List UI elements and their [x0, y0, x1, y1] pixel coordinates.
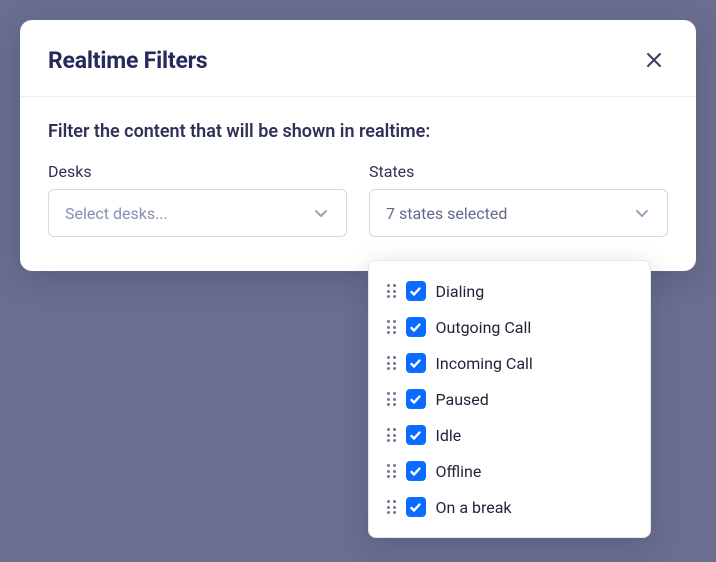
realtime-filters-modal: Realtime Filters Filter the content that…: [20, 20, 696, 271]
filter-states: States 7 states selected: [369, 162, 668, 237]
drag-handle-icon[interactable]: [387, 464, 396, 478]
option-label: Outgoing Call: [436, 318, 532, 337]
drag-handle-icon[interactable]: [387, 356, 396, 370]
check-icon: [409, 393, 422, 406]
check-icon: [409, 501, 422, 514]
checkbox[interactable]: [406, 281, 426, 301]
states-option[interactable]: Dialing: [369, 273, 650, 309]
checkbox[interactable]: [406, 461, 426, 481]
states-option[interactable]: On a break: [369, 489, 650, 525]
modal-header: Realtime Filters: [20, 20, 696, 97]
desks-placeholder: Select desks...: [65, 204, 168, 223]
chevron-down-icon: [633, 204, 651, 222]
states-option[interactable]: Incoming Call: [369, 345, 650, 381]
option-label: Incoming Call: [436, 354, 533, 373]
modal-body: Filter the content that will be shown in…: [20, 97, 696, 271]
option-label: Dialing: [436, 282, 485, 301]
checkbox[interactable]: [406, 425, 426, 445]
drag-handle-icon[interactable]: [387, 392, 396, 406]
states-label: States: [369, 162, 668, 181]
close-icon: [645, 51, 663, 69]
drag-handle-icon[interactable]: [387, 428, 396, 442]
checkbox[interactable]: [406, 497, 426, 517]
drag-handle-icon[interactable]: [387, 320, 396, 334]
option-label: Idle: [436, 426, 462, 445]
chevron-down-icon: [312, 204, 330, 222]
filter-desks: Desks Select desks...: [48, 162, 347, 237]
states-selected-text: 7 states selected: [386, 204, 507, 223]
check-icon: [409, 357, 422, 370]
option-label: Offline: [436, 462, 482, 481]
instruction-text: Filter the content that will be shown in…: [48, 121, 668, 142]
option-label: Paused: [436, 390, 489, 409]
check-icon: [409, 429, 422, 442]
modal-title: Realtime Filters: [48, 47, 208, 74]
states-dropdown: Dialing Outgoing Call Incoming Call Paused I…: [368, 260, 651, 538]
drag-handle-icon[interactable]: [387, 284, 396, 298]
checkbox[interactable]: [406, 317, 426, 337]
check-icon: [409, 321, 422, 334]
desks-label: Desks: [48, 162, 347, 181]
states-option[interactable]: Idle: [369, 417, 650, 453]
close-button[interactable]: [640, 46, 668, 74]
checkbox[interactable]: [406, 353, 426, 373]
states-option[interactable]: Outgoing Call: [369, 309, 650, 345]
filters-row: Desks Select desks... States 7 states se…: [48, 162, 668, 237]
desks-select[interactable]: Select desks...: [48, 189, 347, 237]
checkbox[interactable]: [406, 389, 426, 409]
states-option[interactable]: Offline: [369, 453, 650, 489]
states-option[interactable]: Paused: [369, 381, 650, 417]
check-icon: [409, 285, 422, 298]
states-select[interactable]: 7 states selected: [369, 189, 668, 237]
option-label: On a break: [436, 498, 512, 517]
drag-handle-icon[interactable]: [387, 500, 396, 514]
check-icon: [409, 465, 422, 478]
